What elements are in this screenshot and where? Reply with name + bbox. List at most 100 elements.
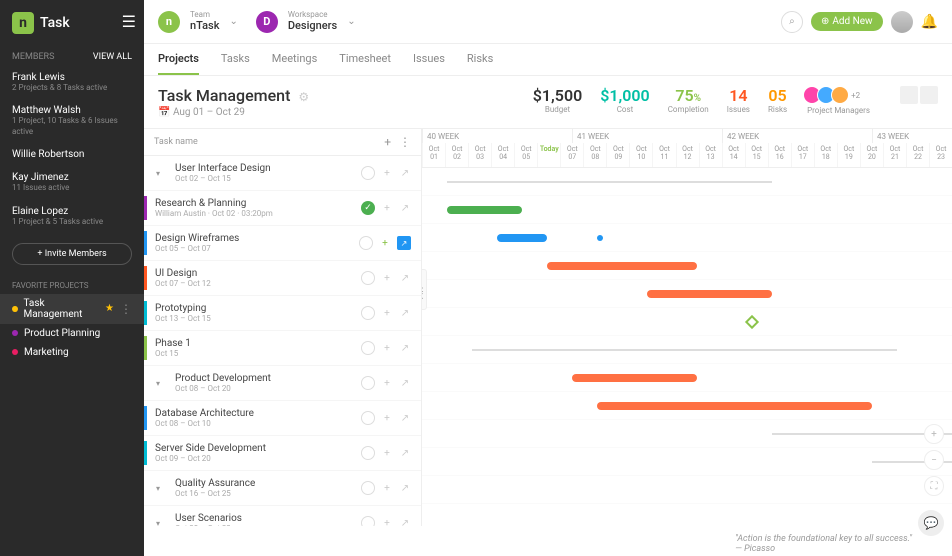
check-icon[interactable] [361, 306, 375, 320]
invite-members-button[interactable]: + Invite Members [12, 243, 132, 265]
member-item[interactable]: Frank Lewis2 Projects & 8 Tasks active [0, 68, 144, 101]
task-row[interactable]: Server Side DevelopmentOct 09 – Oct 20+↗ [144, 436, 421, 471]
check-icon[interactable] [361, 516, 375, 526]
check-icon[interactable] [361, 446, 375, 460]
member-item[interactable]: Willie Robertson [0, 145, 144, 168]
more-icon[interactable]: ⋮ [399, 135, 411, 149]
add-task-icon[interactable]: + [384, 135, 391, 149]
add-icon[interactable]: + [381, 517, 393, 526]
favorite-project-item[interactable]: Product Planning [0, 324, 144, 343]
tab-projects[interactable]: Projects [158, 44, 199, 75]
view-toggle[interactable] [900, 86, 938, 104]
add-icon[interactable]: + [381, 482, 393, 494]
task-row[interactable]: ▾User Interface DesignOct 02 – Oct 15+↗ [144, 156, 421, 191]
day-column[interactable]: Oct19 [837, 143, 860, 167]
add-icon[interactable]: + [381, 307, 393, 319]
add-icon[interactable]: + [381, 202, 393, 214]
day-column[interactable]: Oct09 [606, 143, 629, 167]
grid-view-icon[interactable] [900, 86, 918, 104]
gantt-chart[interactable]: 40 WEEK41 WEEK42 WEEK43 WEEK Oct01Oct02O… [422, 129, 952, 526]
day-column[interactable]: Oct04 [491, 143, 514, 167]
day-column[interactable]: Oct23 [929, 143, 952, 167]
zoom-out-icon[interactable]: − [924, 450, 944, 470]
day-column[interactable]: Oct13 [699, 143, 722, 167]
gantt-bar[interactable] [647, 290, 772, 298]
external-icon[interactable]: ↗ [399, 517, 411, 526]
favorite-project-item[interactable]: Task Management★⋮ [0, 294, 144, 324]
tab-timesheet[interactable]: Timesheet [339, 44, 391, 75]
team-badge[interactable]: n [158, 11, 180, 33]
day-column[interactable]: Oct10 [629, 143, 652, 167]
day-column[interactable]: Oct03 [468, 143, 491, 167]
workspace-badge[interactable]: D [256, 11, 278, 33]
task-row[interactable]: Database ArchitectureOct 08 – Oct 10+↗ [144, 401, 421, 436]
day-column[interactable]: Oct01 [422, 143, 445, 167]
member-item[interactable]: Kay Jimenez11 Issues active [0, 168, 144, 201]
day-column[interactable]: Oct02 [445, 143, 468, 167]
task-row[interactable]: ▾Product DevelopmentOct 08 – Oct 20+↗ [144, 366, 421, 401]
gantt-bar[interactable] [497, 234, 547, 242]
add-icon[interactable]: + [381, 167, 393, 179]
collapse-icon[interactable]: ▾ [156, 484, 160, 493]
star-icon[interactable]: ★ [105, 303, 114, 314]
pm-avatars[interactable]: +2 [807, 86, 870, 104]
add-icon[interactable]: + [381, 377, 393, 389]
external-icon[interactable]: ↗ [399, 202, 411, 214]
check-icon[interactable] [361, 411, 375, 425]
day-column[interactable]: Oct18 [814, 143, 837, 167]
hide-panel-button[interactable]: ◂ Hide [422, 269, 427, 310]
add-new-button[interactable]: ⊕Add New [811, 12, 883, 31]
gantt-bar[interactable] [447, 206, 522, 214]
task-row[interactable]: Research & PlanningWilliam Austin · Oct … [144, 191, 421, 226]
external-icon[interactable]: ↗ [399, 342, 411, 354]
external-icon[interactable]: ↗ [399, 377, 411, 389]
day-column[interactable]: Oct05 [514, 143, 537, 167]
chevron-down-icon[interactable]: ⌄ [229, 16, 237, 27]
add-icon[interactable]: + [381, 342, 393, 354]
day-column[interactable]: Oct07 [560, 143, 583, 167]
external-icon[interactable]: ↗ [399, 482, 411, 494]
day-column[interactable]: Oct11 [652, 143, 675, 167]
external-icon[interactable]: ↗ [399, 272, 411, 284]
external-icon[interactable]: ↗ [399, 447, 411, 459]
collapse-icon[interactable]: ▾ [156, 379, 160, 388]
task-row[interactable]: Phase 1Oct 15+↗ [144, 331, 421, 366]
add-icon[interactable]: + [381, 412, 393, 424]
day-column[interactable]: Oct17 [791, 143, 814, 167]
day-column[interactable]: Today [537, 143, 560, 167]
zoom-in-icon[interactable]: + [924, 424, 944, 444]
tab-tasks[interactable]: Tasks [221, 44, 250, 75]
collapse-icon[interactable]: ▾ [156, 519, 160, 527]
tab-risks[interactable]: Risks [467, 44, 493, 75]
gantt-milestone[interactable] [745, 315, 759, 329]
day-column[interactable]: Oct08 [583, 143, 606, 167]
check-icon[interactable] [359, 236, 373, 250]
tab-issues[interactable]: Issues [413, 44, 445, 75]
day-column[interactable]: Oct22 [906, 143, 929, 167]
day-column[interactable]: Oct12 [676, 143, 699, 167]
favorite-project-item[interactable]: Marketing [0, 343, 144, 362]
day-column[interactable]: Oct14 [722, 143, 745, 167]
external-icon[interactable]: ↗ [399, 307, 411, 319]
check-icon[interactable] [361, 166, 375, 180]
day-column[interactable]: Oct15 [745, 143, 768, 167]
task-row[interactable]: ▾User ScenariosOct 20 – Oct 23+↗ [144, 506, 421, 526]
day-column[interactable]: Oct20 [860, 143, 883, 167]
task-row[interactable]: ▾Quality AssuranceOct 16 – Oct 25+↗ [144, 471, 421, 506]
chevron-down-icon[interactable]: ⌄ [347, 16, 355, 27]
external-icon[interactable]: ↗ [399, 167, 411, 179]
add-icon[interactable]: + [381, 272, 393, 284]
gantt-summary-bar[interactable] [472, 349, 897, 351]
task-row[interactable]: Design WireframesOct 05 – Oct 07+↗ [144, 226, 421, 261]
bell-icon[interactable]: 🔔 [921, 14, 938, 30]
day-column[interactable]: Oct21 [883, 143, 906, 167]
gantt-bar[interactable] [597, 402, 872, 410]
member-item[interactable]: Elaine Lopez1 Project & 5 Tasks active [0, 202, 144, 235]
check-icon[interactable] [361, 481, 375, 495]
gantt-bar[interactable] [547, 262, 697, 270]
user-avatar[interactable] [891, 11, 913, 33]
more-icon[interactable]: ⋮ [120, 302, 132, 316]
search-icon[interactable]: ⌕ [781, 11, 803, 33]
menu-toggle-icon[interactable]: ☰ [122, 12, 136, 31]
day-column[interactable]: Oct16 [768, 143, 791, 167]
